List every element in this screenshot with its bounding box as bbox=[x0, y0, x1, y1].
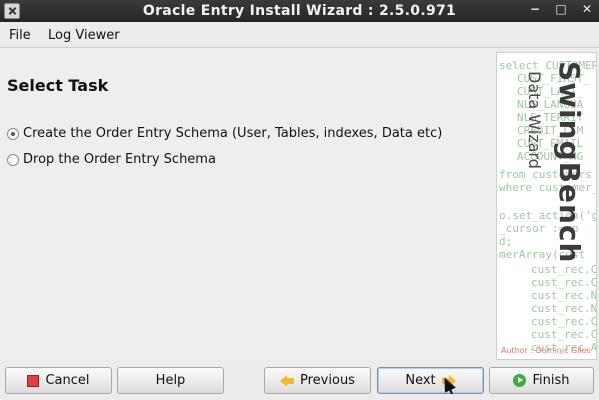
help-label: Help bbox=[155, 373, 186, 388]
code-line: cust_rec.C bbox=[531, 263, 597, 276]
help-button[interactable]: Help bbox=[117, 367, 224, 394]
swingbench-logo: SwingBench bbox=[553, 61, 586, 264]
code-line: d; bbox=[499, 235, 513, 248]
page-title: Select Task bbox=[7, 76, 109, 95]
menu-bar: File Log Viewer bbox=[0, 22, 599, 48]
finish-button[interactable]: Finish bbox=[489, 367, 594, 394]
maximize-button[interactable]: □ bbox=[555, 2, 567, 16]
previous-button[interactable]: Previous bbox=[264, 367, 371, 394]
previous-label: Previous bbox=[300, 373, 355, 388]
play-icon bbox=[513, 374, 527, 387]
data-wizard-label: Data Wizard bbox=[525, 71, 544, 169]
window-controls: − □ ✕ bbox=[529, 2, 593, 16]
code-line: cust_rec.N bbox=[531, 302, 597, 315]
option-create-schema[interactable]: Create the Order Entry Schema (User, Tab… bbox=[7, 126, 442, 141]
code-line: cust_rec.N bbox=[531, 289, 597, 302]
option-label: Drop the Order Entry Schema bbox=[23, 152, 216, 167]
cancel-label: Cancel bbox=[45, 373, 90, 388]
window-title: Oracle Entry Install Wizard : 2.5.0.971 bbox=[142, 3, 457, 19]
radio-button-selected[interactable] bbox=[7, 127, 19, 140]
option-drop-schema[interactable]: Drop the Order Entry Schema bbox=[7, 152, 216, 167]
arrow-left-icon bbox=[280, 374, 295, 387]
close-button[interactable]: ✕ bbox=[581, 2, 593, 16]
radio-button[interactable] bbox=[7, 153, 19, 166]
stop-icon bbox=[27, 374, 40, 387]
swingbench-banner: select CUSTOMER_ CUST_FIRST_ CUST_LAST_ … bbox=[496, 52, 597, 360]
next-button[interactable]: Next bbox=[377, 367, 484, 394]
option-label: Create the Order Entry Schema (User, Tab… bbox=[23, 126, 443, 141]
code-line: cust_rec.C bbox=[531, 276, 597, 289]
finish-label: Finish bbox=[532, 373, 570, 388]
code-line: cust_rec.C bbox=[531, 328, 597, 341]
title-bar: Oracle Entry Install Wizard : 2.5.0.971 … bbox=[0, 0, 599, 22]
code-line: cust_rec.C bbox=[531, 315, 597, 328]
next-label: Next bbox=[405, 373, 436, 388]
wizard-content: Select Task Create the Order Entry Schem… bbox=[0, 48, 496, 360]
menu-log-viewer[interactable]: Log Viewer bbox=[48, 28, 120, 43]
cancel-button[interactable]: Cancel bbox=[5, 367, 112, 394]
menu-file[interactable]: File bbox=[9, 28, 31, 43]
author-credit: Author : Dominic Giles bbox=[501, 346, 591, 355]
minimize-button[interactable]: − bbox=[529, 2, 541, 16]
